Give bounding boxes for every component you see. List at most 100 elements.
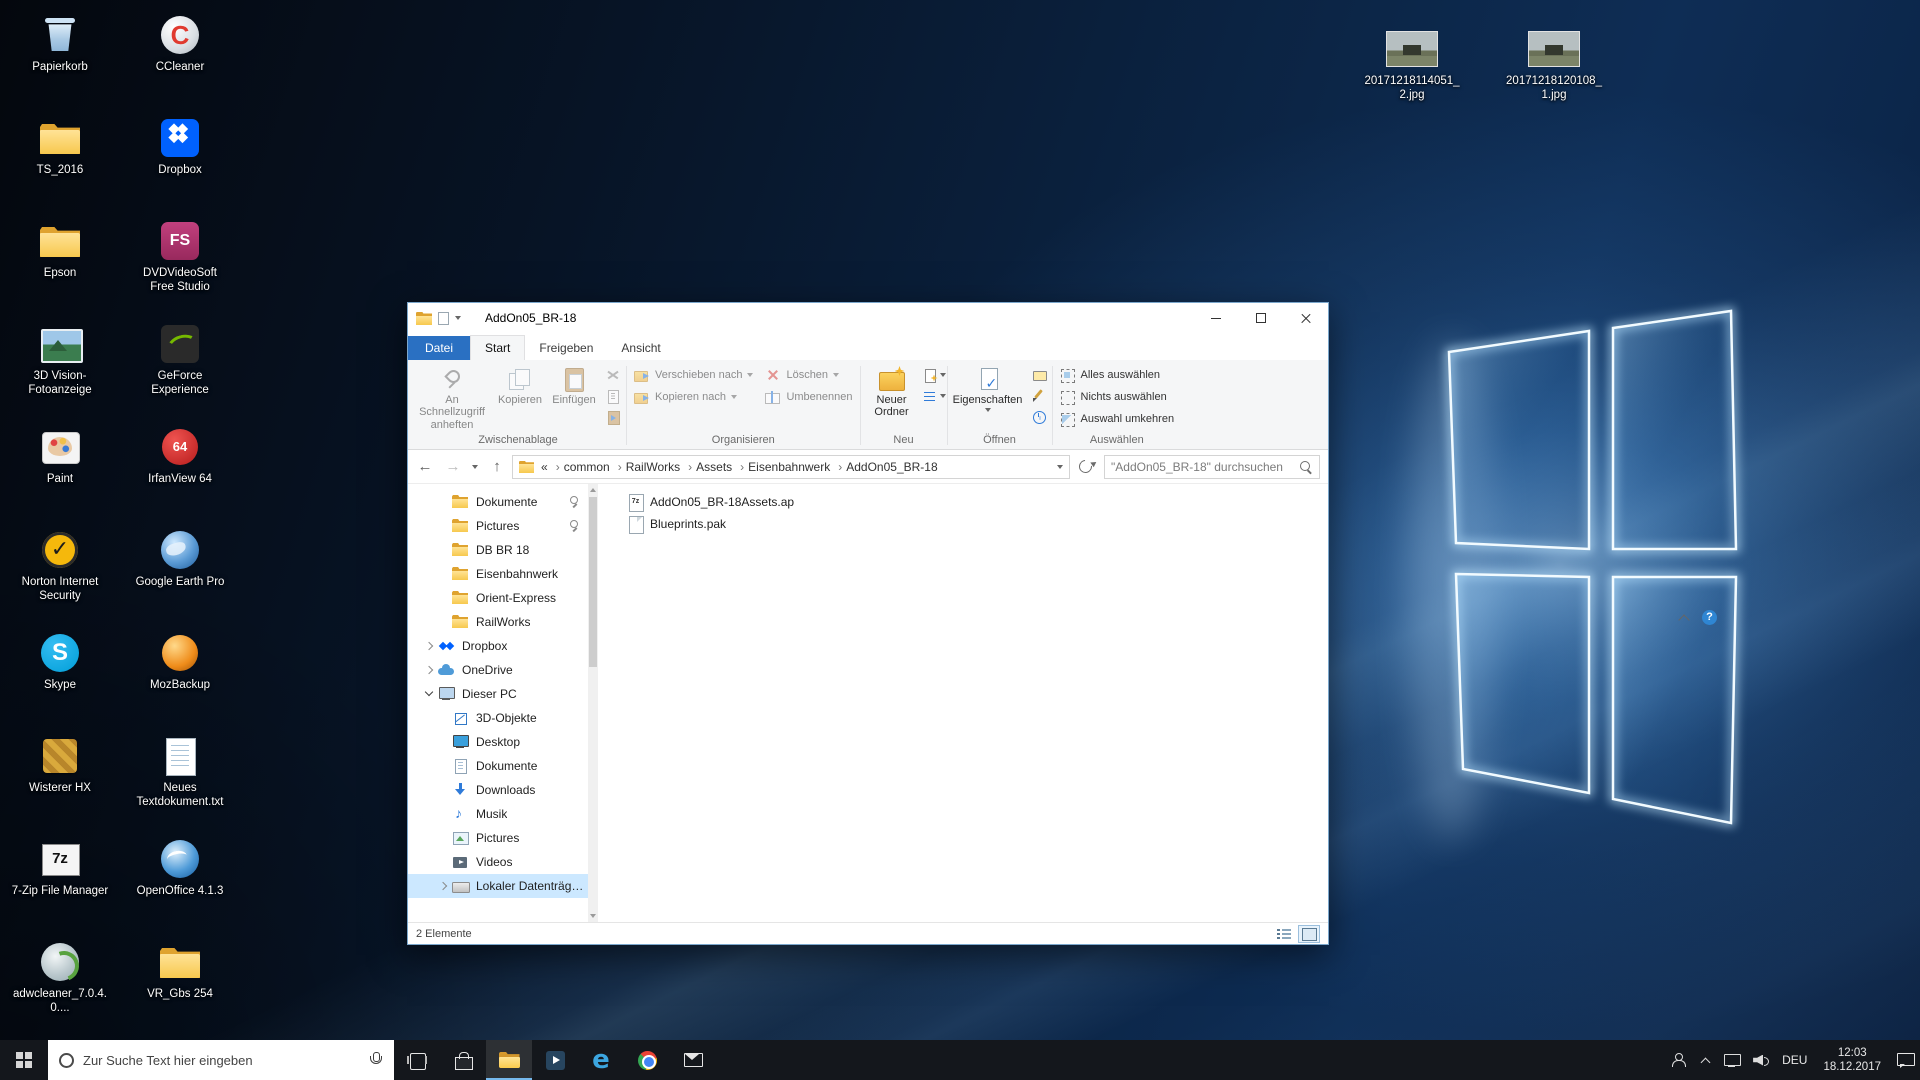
scroll-up-button[interactable]	[588, 484, 598, 496]
action-center-button[interactable]	[1890, 1040, 1920, 1080]
title-bar[interactable]: AddOn05_BR-18	[408, 303, 1328, 333]
copy-path-button[interactable]	[602, 387, 624, 404]
pin-to-quick-access-button[interactable]: An Schnellzugriff anheften	[412, 362, 492, 428]
desktop-icon[interactable]: GeForce Experience	[130, 321, 230, 416]
taskbar-app-button[interactable]	[440, 1040, 486, 1080]
taskbar-app-button[interactable]	[624, 1040, 670, 1080]
desktop-icon[interactable]: CCleaner	[130, 12, 230, 107]
desktop-icon[interactable]: TS_2016	[10, 115, 110, 210]
desktop-icon[interactable]: MozBackup	[130, 630, 230, 725]
network-button[interactable]	[1717, 1040, 1746, 1080]
desktop-icon[interactable]: 3D Vision-Fotoanzeige	[10, 321, 110, 416]
desktop-icon[interactable]: Skype	[10, 630, 110, 725]
nav-item[interactable]: Dieser PC	[408, 682, 588, 706]
expander-icon[interactable]	[438, 808, 450, 820]
desktop-icon[interactable]: Paint	[10, 424, 110, 519]
desktop-icon[interactable]: Epson	[10, 218, 110, 313]
forward-button[interactable]: →	[440, 455, 466, 479]
nav-item[interactable]: Eisenbahnwerk	[408, 562, 588, 586]
desktop-icon[interactable]: Google Earth Pro	[130, 527, 230, 622]
move-to-button[interactable]: Verschieben nach	[629, 365, 758, 385]
desktop-icon[interactable]: Papierkorb	[10, 12, 110, 107]
nav-item[interactable]: 3D-Objekte	[408, 706, 588, 730]
nav-item[interactable]: Pictures	[408, 826, 588, 850]
ribbon-tab[interactable]: Freigeben	[525, 336, 607, 360]
explorer-search-input[interactable]	[1111, 460, 1299, 474]
expander-icon[interactable]	[438, 760, 450, 772]
nav-item[interactable]: Musik	[408, 802, 588, 826]
desktop-icon[interactable]: 7-Zip File Manager	[10, 836, 110, 931]
breadcrumb-segment[interactable]: Assets	[694, 460, 746, 474]
edit-button[interactable]	[1028, 387, 1050, 404]
expander-icon[interactable]	[424, 688, 436, 700]
refresh-button[interactable]	[1072, 455, 1098, 479]
ribbon-tab[interactable]: Ansicht	[607, 336, 674, 360]
taskbar-search-box[interactable]	[48, 1040, 394, 1080]
expander-icon[interactable]	[438, 712, 450, 724]
volume-button[interactable]	[1746, 1040, 1775, 1080]
minimize-button[interactable]	[1193, 303, 1238, 333]
language-indicator[interactable]: DEU	[1775, 1040, 1814, 1080]
desktop-icon[interactable]: DVDVideoSoft Free Studio	[130, 218, 230, 313]
people-button[interactable]	[1663, 1040, 1693, 1080]
taskbar-search-input[interactable]	[83, 1053, 358, 1068]
nav-item[interactable]: OneDrive	[408, 658, 588, 682]
desktop-icon[interactable]: Neues Textdokument.txt	[130, 733, 230, 828]
cut-button[interactable]	[602, 366, 624, 383]
select-all-button[interactable]: Alles auswählen	[1055, 365, 1180, 385]
expander-icon[interactable]	[438, 496, 450, 508]
expander-icon[interactable]	[438, 856, 450, 868]
nav-scrollbar[interactable]	[588, 484, 598, 922]
expander-icon[interactable]	[438, 736, 450, 748]
rename-button[interactable]: Umbenennen	[760, 387, 857, 407]
desktop-icon[interactable]: Wisterer HX	[10, 733, 110, 828]
address-field[interactable]: «commonRailWorksAssetsEisenbahnwerkAddOn…	[512, 455, 1070, 479]
qat-customize-icon[interactable]	[455, 316, 461, 320]
nav-item[interactable]: Dropbox	[408, 634, 588, 658]
desktop-icon[interactable]: Dropbox	[130, 115, 230, 210]
desktop-icon[interactable]: IrfanView 64	[130, 424, 230, 519]
taskbar-app-button[interactable]	[578, 1040, 624, 1080]
up-button[interactable]: ↑	[484, 455, 510, 479]
nav-item[interactable]: Videos	[408, 850, 588, 874]
expander-icon[interactable]	[424, 664, 436, 676]
qat-properties-icon[interactable]	[438, 312, 449, 325]
easy-access-button[interactable]	[923, 387, 945, 404]
desktop-file-icon[interactable]: 20171218114051_2.jpg	[1341, 26, 1483, 121]
paste-shortcut-button[interactable]	[602, 408, 624, 425]
back-button[interactable]: ←	[412, 455, 438, 479]
expander-icon[interactable]	[438, 568, 450, 580]
file-row[interactable]: AddOn05_BR-18Assets.ap	[622, 491, 800, 513]
properties-button[interactable]: Eigenschaften	[950, 362, 1026, 428]
scrollbar-thumb[interactable]	[589, 497, 597, 667]
expander-icon[interactable]	[424, 640, 436, 652]
paste-button[interactable]: Einfügen	[548, 362, 600, 428]
nav-item[interactable]: Desktop	[408, 730, 588, 754]
address-dropdown-icon[interactable]	[1057, 465, 1063, 469]
taskbar-app-button[interactable]	[394, 1040, 440, 1080]
open-button[interactable]	[1028, 366, 1050, 383]
expander-icon[interactable]	[438, 616, 450, 628]
breadcrumb-segment[interactable]: Eisenbahnwerk	[746, 460, 844, 474]
scroll-down-button[interactable]	[588, 910, 598, 922]
nav-item[interactable]: Dokumente	[408, 754, 588, 778]
breadcrumb-segment[interactable]: «	[539, 460, 562, 474]
copy-to-button[interactable]: Kopieren nach	[629, 387, 758, 407]
desktop-icon[interactable]: Norton Internet Security	[10, 527, 110, 622]
nav-item[interactable]: Dokumente	[408, 490, 588, 514]
desktop-icon[interactable]: adwcleaner_7.0.4.0....	[10, 939, 110, 1034]
copy-button[interactable]: Kopieren	[494, 362, 546, 428]
explorer-search-box[interactable]	[1104, 455, 1320, 479]
taskbar-app-button[interactable]	[670, 1040, 716, 1080]
ribbon-tab[interactable]: Datei	[408, 336, 470, 360]
new-item-button[interactable]	[923, 366, 945, 383]
history-button[interactable]	[1028, 408, 1050, 425]
invert-selection-button[interactable]: Auswahl umkehren	[1055, 409, 1180, 429]
collapse-ribbon-icon[interactable]	[1678, 614, 1689, 625]
expander-icon[interactable]	[438, 784, 450, 796]
ribbon-tab[interactable]: Start	[470, 335, 525, 360]
breadcrumb-segment[interactable]: common	[562, 460, 624, 474]
taskbar-app-button[interactable]	[532, 1040, 578, 1080]
clock[interactable]: 12:03 18.12.2017	[1814, 1040, 1890, 1080]
nav-item[interactable]: Pictures	[408, 514, 588, 538]
